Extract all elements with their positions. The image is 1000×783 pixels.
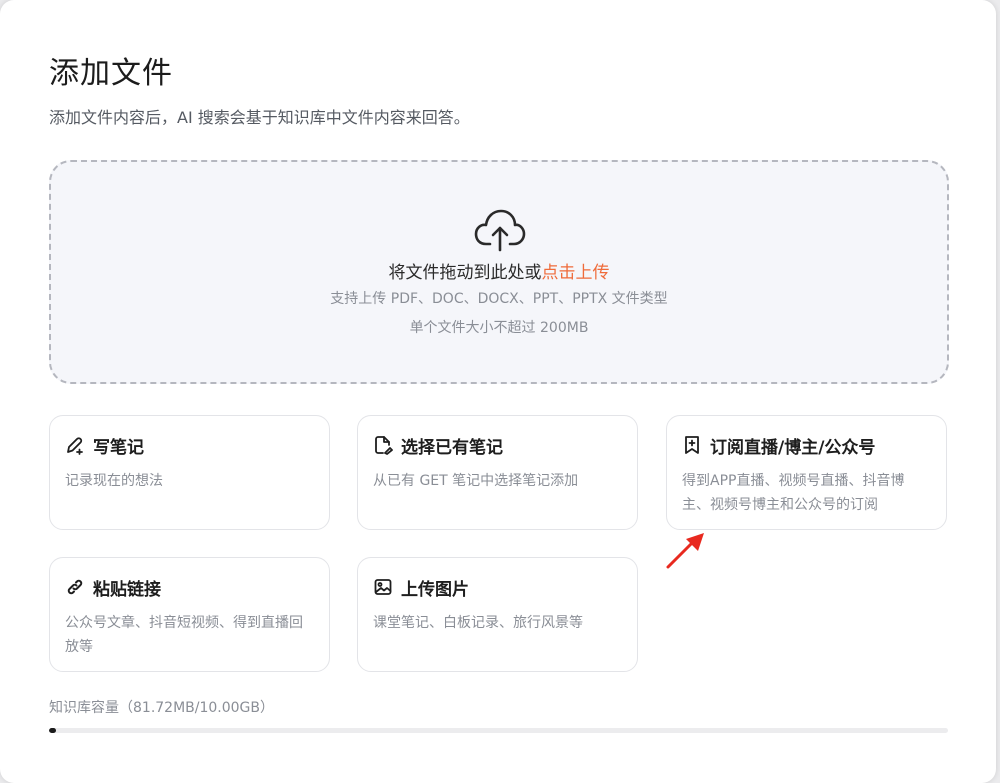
dropzone-size-text: 单个文件大小不超过 200MB [409, 320, 589, 336]
card-title: 上传图片 [401, 579, 469, 600]
upload-image-card[interactable]: 上传图片 课堂笔记、白板记录、旅行风景等 [357, 557, 638, 672]
card-title: 粘贴链接 [93, 579, 161, 600]
dropzone-formats-text: 支持上传 PDF、DOC、DOCX、PPT、PPTX 文件类型 [330, 291, 668, 307]
card-description: 从已有 GET 笔记中选择笔记添加 [373, 473, 579, 489]
click-upload-link[interactable]: 点击上传 [542, 263, 610, 283]
capacity-progress-bar [49, 728, 948, 733]
paste-link-card[interactable]: 粘贴链接 公众号文章、抖音短视频、得到直播回放等 [49, 557, 330, 672]
cloud-upload-icon [474, 209, 526, 252]
write-note-card[interactable]: 写笔记 记录现在的想法 [49, 415, 330, 530]
note-icon [375, 436, 393, 455]
dropzone-instruction: 将文件拖动到此处或点击上传 [51, 258, 947, 283]
dropzone-main-text: 将文件拖动到此处或 [388, 263, 542, 283]
card-title: 写笔记 [93, 437, 144, 458]
bookmark-plus-icon [685, 436, 699, 454]
pen-icon [67, 437, 83, 455]
capacity-label: 知识库容量（81.72MB/10.00GB） [49, 700, 275, 716]
annotation-arrow [666, 533, 704, 569]
card-description: 课堂笔记、白板记录、旅行风景等 [373, 615, 583, 631]
capacity-progress-fill [49, 728, 57, 733]
upload-dropzone[interactable]: 将文件拖动到此处或点击上传 支持上传 PDF、DOC、DOCX、PPT、PPTX… [49, 160, 949, 384]
card-description: 得到APP直播、视频号直播、抖音博主、视频号博主和公众号的订阅 [682, 473, 905, 513]
select-existing-note-card[interactable]: 选择已有笔记 从已有 GET 笔记中选择笔记添加 [357, 415, 638, 530]
image-icon [374, 579, 392, 595]
link-icon [67, 579, 83, 595]
card-description: 记录现在的想法 [65, 473, 163, 489]
card-title: 订阅直播/博主/公众号 [710, 437, 876, 458]
card-title: 选择已有笔记 [401, 437, 503, 458]
add-file-dialog: 添加文件 添加文件内容后，AI 搜索会基于知识库中文件内容来回答。 将文件拖动到… [0, 0, 996, 783]
subscribe-card[interactable]: 订阅直播/博主/公众号 得到APP直播、视频号直播、抖音博主、视频号博主和公众号… [666, 415, 947, 530]
card-description: 公众号文章、抖音短视频、得到直播回放等 [65, 615, 303, 655]
dialog-title: 添加文件 [49, 56, 173, 91]
dialog-subtitle: 添加文件内容后，AI 搜索会基于知识库中文件内容来回答。 [49, 108, 470, 127]
